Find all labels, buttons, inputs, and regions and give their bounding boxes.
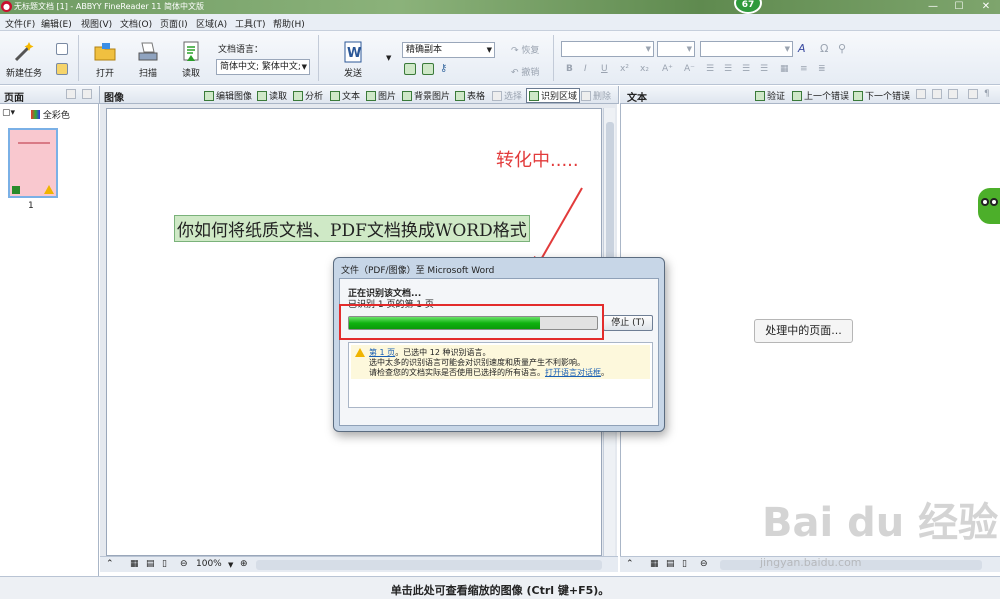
highlight-box — [339, 304, 604, 340]
warning-box: 第 1 页。已选中 12 种识别语言。 选中太多的识别语言可能会对识别速度和质量… — [348, 342, 653, 408]
mascot-icon — [978, 188, 1000, 224]
baidu-watermark: Bai du 经验 — [762, 500, 999, 546]
dialog-body: 正在识别该文档... 已识别 1 页的第 1 页 停止 (T) 第 1 页。已选… — [339, 278, 659, 426]
warning-line-3-tail: 。 — [601, 368, 609, 377]
mascot-eye — [990, 198, 998, 206]
open-language-dialog-link[interactable]: 打开语言对话框 — [545, 368, 601, 377]
annotation-text: 转化中..... — [496, 150, 579, 171]
dialog-title: 文件（PDF/图像）至 Microsoft Word — [341, 266, 495, 276]
page-link[interactable]: 第 1 页 — [369, 348, 395, 357]
mascot-eye — [981, 198, 989, 206]
stop-button[interactable]: 停止 (T) — [603, 315, 653, 331]
warning-line-3: 请检查您的文档实际是否使用已选择的所有语言。打开语言对话框。 — [369, 367, 609, 378]
warning-line-3-text: 请检查您的文档实际是否使用已选择的所有语言。 — [369, 368, 545, 377]
conversion-dialog: 文件（PDF/图像）至 Microsoft Word 正在识别该文档... 已识… — [333, 257, 665, 432]
warning-line-1-text: 。已选中 12 种识别语言。 — [395, 348, 491, 357]
warning-icon — [355, 348, 365, 357]
arrow-line — [538, 187, 583, 264]
warning-message: 第 1 页。已选中 12 种识别语言。 选中太多的识别语言可能会对识别速度和质量… — [351, 345, 650, 379]
baidu-watermark-url: jingyan.baidu.com — [760, 556, 862, 569]
